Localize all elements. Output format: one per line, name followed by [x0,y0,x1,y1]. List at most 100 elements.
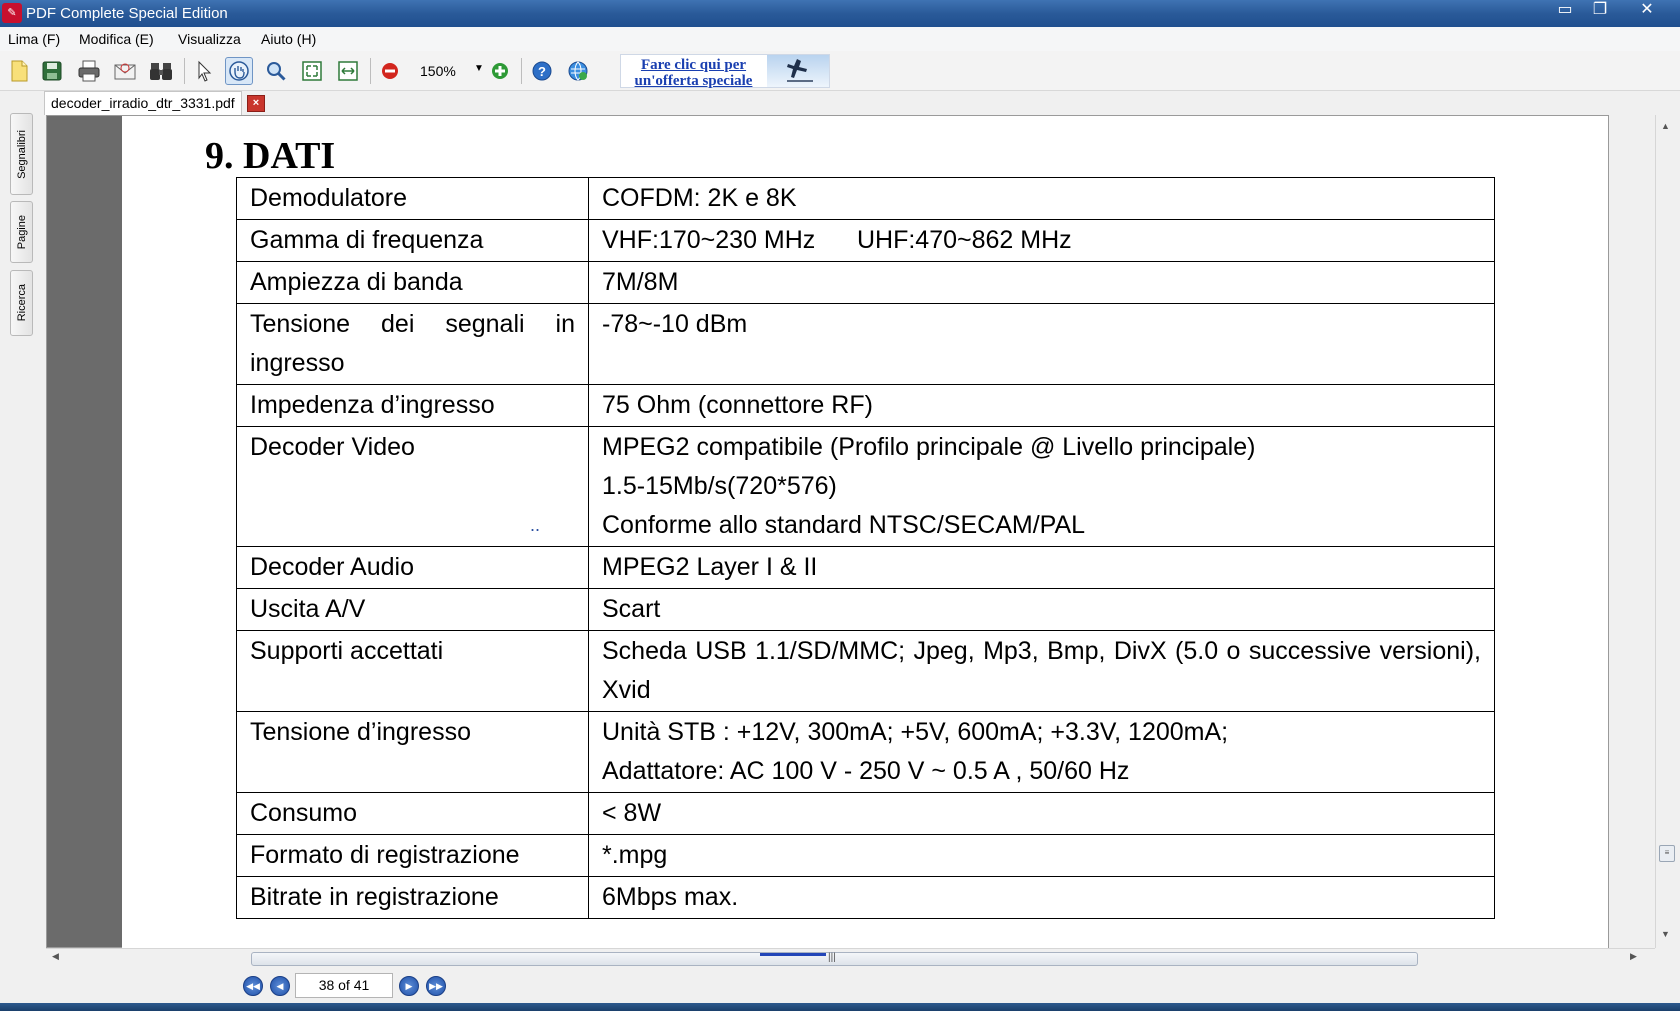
row-label-text: Decoder Video [250,433,415,461]
row-label: Decoder Video .. [236,426,589,547]
menu-help[interactable]: Aiuto (H) [261,31,316,47]
scroll-down-icon[interactable]: ▼ [1661,929,1670,939]
scroll-position-indicator [760,953,826,956]
table-row: Bitrate in registrazione 6Mbps max. [236,876,1495,919]
row-value: Unità STB : +12V, 300mA; +5V, 600mA; +3.… [588,711,1495,793]
vertical-scroll-thumb[interactable]: ≡ [1659,845,1675,862]
row-value: 75 Ohm (connettore RF) [588,384,1495,427]
app-icon[interactable]: ✎ [2,3,22,23]
value-line: 1.5-15Mb/s(720*576) [602,472,837,500]
special-offer-link[interactable]: Fare clic qui per un'offerta speciale [621,57,766,89]
row-value: MPEG2 Layer I & II [588,546,1495,589]
section-heading: 9. DATI [205,135,336,177]
horizontal-scroll-thumb[interactable]: ||| [251,952,1418,966]
row-value: Scheda USB 1.1/SD/MMC; Jpeg, Mp3, Bmp, D… [588,630,1495,712]
table-row: Gamma di frequenza VHF:170~230 MHz UHF:4… [236,219,1495,262]
value-line: MPEG2 compatibile (Profilo principale @ … [602,433,1256,461]
table-row: Tensione dei segnali in ingresso -78~-10… [236,303,1495,385]
zoom-tool-icon[interactable] [262,57,290,85]
row-value: < 8W [588,792,1495,835]
fit-page-icon[interactable] [298,57,326,85]
web-update-icon[interactable] [564,57,592,85]
row-value: 6Mbps max. [588,876,1495,919]
row-value: COFDM: 2K e 8K [588,177,1495,220]
minimize-button[interactable]: ▭ [1545,0,1585,22]
close-tab-icon[interactable]: × [247,95,265,112]
menu-view[interactable]: Visualizza [178,31,241,47]
scroll-up-icon[interactable]: ▲ [1661,121,1670,131]
horizontal-scrollbar[interactable]: ◀ ||| ▶ [46,948,1655,968]
row-value: Scart [588,588,1495,631]
row-label: Bitrate in registrazione [236,876,589,919]
value-line: Adattatore: AC 100 V - 250 V ~ 0.5 A , 5… [602,757,1130,785]
table-row: Demodulatore COFDM: 2K e 8K [236,177,1495,220]
table-row: Formato di registrazione *.mpg [236,834,1495,877]
table-row: Ampiezza di banda 7M/8M [236,261,1495,304]
ellipsis-mark: .. [530,515,541,535]
toolbar: 150% ▼ ? Fare clic qui per un'offerta sp… [0,51,1680,91]
table-row: Tensione d’ingresso Unità STB : +12V, 30… [236,711,1495,793]
toolbar-separator [521,58,522,84]
toolbar-separator [370,58,371,84]
row-label: Demodulatore [236,177,589,220]
table-row: Consumo < 8W [236,792,1495,835]
vertical-scrollbar[interactable]: ▲ ≡ ▼ [1655,115,1677,948]
restore-button[interactable]: ❐ [1580,0,1620,22]
row-value: VHF:170~230 MHz UHF:470~862 MHz [588,219,1495,262]
scroll-right-icon[interactable]: ▶ [1630,951,1637,962]
taskbar [0,1003,1680,1011]
title-bar: ✎ PDF Complete Special Edition ▭ ❐ ✕ [0,0,1680,27]
hand-tool-icon[interactable] [225,57,253,85]
row-label: Formato di registrazione [236,834,589,877]
row-label: Tensione d’ingresso [236,711,589,793]
document-tab[interactable]: decoder_irradio_dtr_3331.pdf [44,91,242,115]
svg-text:?: ? [538,64,546,79]
row-label: Tensione dei segnali in ingresso [236,303,589,385]
close-button[interactable]: ✕ [1622,0,1672,22]
zoom-out-icon[interactable] [376,57,404,85]
zoom-dropdown-icon[interactable]: ▼ [474,63,484,74]
email-icon[interactable] [111,57,139,85]
window-title: PDF Complete Special Edition [26,5,228,22]
row-label: Supporti accettati [236,630,589,712]
binoculars-icon[interactable] [147,57,175,85]
side-tab-pages[interactable]: Pagine [10,201,33,263]
save-icon[interactable] [38,57,66,85]
value-line: Unità STB : +12V, 300mA; +5V, 600mA; +3.… [602,718,1229,746]
table-row: Decoder Audio MPEG2 Layer I & II [236,546,1495,589]
side-tab-search[interactable]: Ricerca [10,270,33,336]
print-icon[interactable] [75,57,103,85]
row-label: Impedenza d’ingresso [236,384,589,427]
help-icon[interactable]: ? [528,57,556,85]
specifications-table: Demodulatore COFDM: 2K e 8K Gamma di fre… [236,177,1495,919]
last-page-button[interactable]: ▶▶ [426,976,446,996]
row-label: Gamma di frequenza [236,219,589,262]
row-label: Ampiezza di banda [236,261,589,304]
side-tab-bookmarks[interactable]: Segnalibri [10,113,33,195]
menu-file[interactable]: Lima (F) [8,31,60,47]
first-page-button[interactable]: ◀◀ [243,976,263,996]
fit-width-icon[interactable] [334,57,362,85]
table-row: Impedenza d’ingresso 75 Ohm (connettore … [236,384,1495,427]
toolbar-separator [184,58,185,84]
page-number-field[interactable]: 38 of 41 [295,973,393,998]
table-row: Supporti accettati Scheda USB 1.1/SD/MMC… [236,630,1495,712]
row-label: Consumo [236,792,589,835]
row-value: *.mpg [588,834,1495,877]
scroll-left-icon[interactable]: ◀ [52,951,59,962]
menu-edit[interactable]: Modifica (E) [79,31,154,47]
row-label: Uscita A/V [236,588,589,631]
previous-page-button[interactable]: ◀ [270,976,290,996]
special-offer-banner[interactable]: Fare clic qui per un'offerta speciale [620,54,830,89]
menu-bar: Lima (F) Modifica (E) Visualizza Aiuto (… [0,27,1680,51]
next-page-button[interactable]: ▶ [399,976,419,996]
status-bar: ◀◀ ◀ 38 of 41 ▶ ▶▶ [0,968,1680,1003]
select-arrow-icon[interactable] [190,57,218,85]
row-value: MPEG2 compatibile (Profilo principale @ … [588,426,1495,547]
offer-figure-icon [767,55,829,87]
scroll-grip-icon: ||| [828,952,836,963]
value-line: Conforme allo standard NTSC/SECAM/PAL [602,511,1086,539]
zoom-level[interactable]: 150% [420,63,456,79]
zoom-in-icon[interactable] [486,57,514,85]
new-document-icon[interactable] [5,57,33,85]
